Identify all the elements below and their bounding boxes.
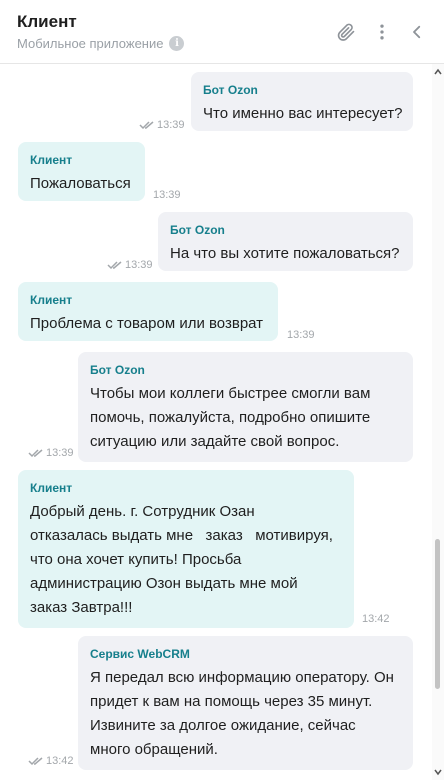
message-timestamp: 13:39 [153,189,181,201]
message-line: ситуацию или задайте свой вопрос. [90,433,340,450]
scroll-down-icon[interactable] [434,768,442,776]
message-line: На что вы хотите пожаловаться? [170,245,400,262]
client-message-bubble: Клиент Пожаловаться [18,142,145,201]
chat-title: Клиент [17,12,77,31]
channel-label: Мобильное приложение [17,36,164,51]
message-time: 13:39 [139,119,185,131]
paperclip-icon [337,23,355,41]
message-list[interactable]: Бот Ozon Что именно вас интересует? 13:39 К… [0,64,432,780]
chat-subtitle: Мобильное приложение i [17,36,185,51]
read-receipt-icon [139,121,154,130]
message-sender: Бот Ozon [170,223,225,237]
message-timestamp: 13:39 [157,119,185,131]
message-sender: Бот Ozon [90,363,145,377]
message-sender: Клиент [30,481,73,495]
message-sender: Сервис WebCRM [90,647,190,661]
message-timestamp: 13:42 [46,755,74,767]
message-line: заказ Завтра!!! [30,599,133,616]
message-line: Что именно вас интересует? [203,105,403,122]
message-line: Пожаловаться [30,175,131,192]
message-line: много обращений. [90,741,218,758]
attach-button[interactable] [334,20,358,44]
message-timestamp: 13:39 [46,447,74,459]
message-line: Я передал всю информацию оператору. Он [90,669,394,686]
scrollbar[interactable] [432,64,444,780]
message-text: Чтобы мои коллеги быстрее смогли вам помо… [90,382,401,454]
message-time: 13:39 [153,189,181,201]
message-sender: Клиент [30,153,73,167]
read-receipt-icon [28,757,43,766]
message-line: Добрый день. г. Сотрудник Озан [30,503,255,520]
message-timestamp: 13:42 [362,613,390,625]
message-line: администрацию Озон выдать мне мой [30,575,298,592]
message-line: что она хочет купить! Просьба [30,551,242,568]
message-line: придет к вам на помощь через 35 минут. [90,693,373,710]
message-text: Я передал всю информацию оператору. Он пр… [90,666,401,762]
message-timestamp: 13:39 [287,329,315,341]
message-line: Извините за долгое ожидание, сейчас [90,717,356,734]
bot-message-bubble: Сервис WebCRM Я передал всю информацию оп… [78,636,413,770]
message-sender: Бот Ozon [203,83,258,97]
message-time: 13:42 [28,755,74,767]
message-line: отказалась выдать мне заказ мотивируя, [30,527,333,544]
message-time: 13:42 [362,613,390,625]
client-message-bubble: Клиент Проблема с товаром или возврат [18,282,278,341]
chevron-left-icon [413,25,421,39]
scrollbar-thumb[interactable] [435,539,440,689]
message-text: Добрый день. г. Сотрудник Озан отказалась… [30,500,342,620]
message-text: Проблема с товаром или возврат [30,312,266,336]
message-time: 13:39 [107,259,153,271]
scroll-up-icon[interactable] [434,68,442,76]
message-sender: Клиент [30,293,73,307]
read-receipt-icon [107,261,122,270]
message-text: Пожаловаться [30,172,133,196]
more-menu-button[interactable] [370,20,394,44]
message-line: помочь, пожалуйста, подробно опишите [90,409,371,426]
message-line: Проблема с товаром или возврат [30,315,264,332]
chat-header: Клиент Мобильное приложение i [0,0,444,64]
message-timestamp: 13:39 [125,259,153,271]
message-line: Чтобы мои коллеги быстрее смогли вам [90,385,371,402]
message-text: Что именно вас интересует? [203,102,403,126]
read-receipt-icon [28,449,43,458]
bot-message-bubble: Бот Ozon Чтобы мои коллеги быстрее смогли… [78,352,413,462]
more-vertical-icon [380,24,384,40]
bot-message-bubble: Бот Ozon Что именно вас интересует? [191,72,413,131]
message-time: 13:39 [287,329,315,341]
client-message-bubble: Клиент Добрый день. г. Сотрудник Озан отка… [18,470,354,628]
message-text: На что вы хотите пожаловаться? [170,242,401,266]
message-time: 13:39 [28,447,74,459]
info-icon[interactable]: i [169,36,185,51]
bot-message-bubble: Бот Ozon На что вы хотите пожаловаться? [158,212,413,271]
collapse-button[interactable] [405,20,429,44]
